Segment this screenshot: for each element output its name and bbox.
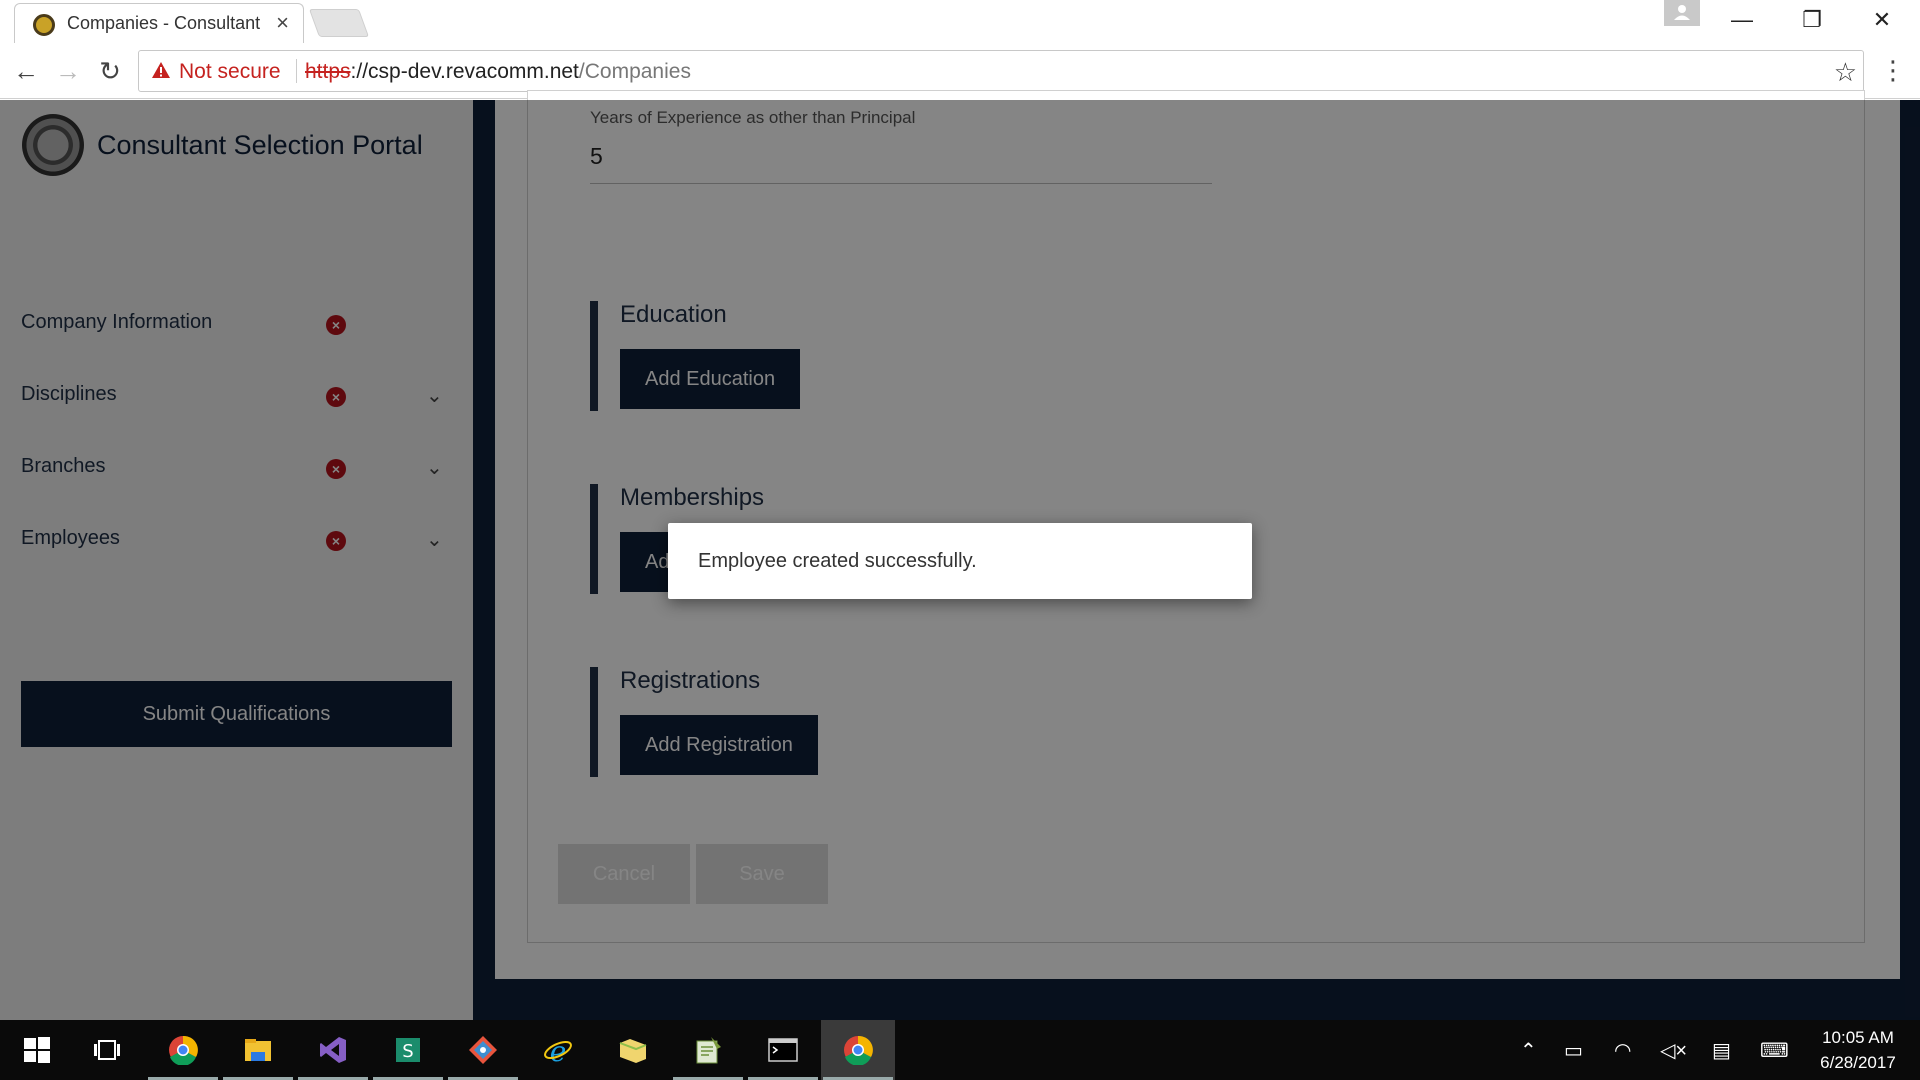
windows-logo-icon (24, 1037, 50, 1063)
sway-icon: S (396, 1038, 420, 1062)
omnibox-divider (296, 59, 297, 83)
windows-taskbar: S e ⌃ ▭ ◠ ◁× ▤ ⌨ 10:05 AM 6/28/2017 (0, 1020, 1920, 1080)
taskbar-chrome-active[interactable] (821, 1020, 895, 1080)
keyboard-icon[interactable]: ⌨ (1760, 1038, 1789, 1063)
internet-explorer-icon: e (544, 1035, 572, 1065)
notepad-icon (696, 1037, 721, 1064)
visual-studio-icon (320, 1037, 346, 1063)
terminal-icon (768, 1038, 798, 1062)
svg-text:S: S (402, 1041, 413, 1062)
git-icon (469, 1036, 497, 1064)
battery-icon[interactable]: ▭ (1564, 1038, 1583, 1063)
task-view-icon (94, 1040, 120, 1060)
success-dialog: Employee created successfully. (668, 523, 1252, 599)
clock-time: 10:05 AM (1822, 1028, 1894, 1047)
dialog-message: Employee created successfully. (698, 550, 977, 572)
taskbar-folder[interactable] (596, 1020, 670, 1080)
clock-date: 6/28/2017 (1820, 1053, 1896, 1072)
taskbar-notepad[interactable] (671, 1020, 745, 1080)
taskbar-chrome[interactable] (146, 1020, 220, 1080)
volume-muted-icon[interactable]: ◁× (1660, 1038, 1687, 1063)
file-explorer-icon (245, 1039, 271, 1061)
system-clock[interactable]: 10:05 AM 6/28/2017 (1808, 1025, 1908, 1075)
svg-text:e: e (550, 1035, 567, 1065)
notifications-icon[interactable]: ▤ (1712, 1038, 1731, 1063)
wifi-icon[interactable]: ◠ (1614, 1038, 1631, 1063)
back-arrow-icon[interactable]: ← (8, 53, 44, 89)
profile-button[interactable] (1664, 0, 1700, 26)
chrome-icon (169, 1035, 198, 1065)
url-host: ://csp-dev.revacomm.net (350, 60, 579, 83)
start-button[interactable] (0, 1020, 74, 1080)
url-scheme: https (305, 60, 351, 83)
reload-icon[interactable]: ↻ (92, 53, 128, 89)
show-hidden-icons-icon[interactable]: ⌃ (1520, 1038, 1537, 1063)
restore-button[interactable]: ❐ (1782, 0, 1842, 40)
task-view-button[interactable] (70, 1020, 144, 1080)
tab-title: Companies - Consultant (67, 13, 261, 33)
security-label[interactable]: Not secure (179, 60, 281, 84)
close-window-button[interactable]: ✕ (1852, 0, 1912, 40)
bookmark-star-icon[interactable]: ☆ (1834, 57, 1857, 88)
browser-tab[interactable]: Companies - Consultant × (14, 3, 304, 43)
taskbar-git[interactable] (446, 1020, 520, 1080)
person-icon (1674, 5, 1690, 20)
url-path: /Companies (578, 60, 691, 83)
taskbar-sway[interactable]: S (371, 1020, 445, 1080)
folder-icon (619, 1039, 647, 1063)
minimize-button[interactable]: — (1712, 0, 1772, 40)
taskbar-visual-studio[interactable] (296, 1020, 370, 1080)
tab-close-icon[interactable]: × (276, 10, 289, 36)
new-tab-button[interactable] (308, 9, 370, 37)
chrome-active-icon (844, 1035, 873, 1065)
address-bar[interactable]: Not secure https://csp-dev.revacomm.net/… (138, 50, 1864, 92)
site-favicon-icon (33, 14, 55, 36)
browser-menu-icon[interactable]: ⋮ (1880, 53, 1906, 89)
forward-arrow-icon[interactable]: → (50, 53, 86, 89)
taskbar-internet-explorer[interactable]: e (521, 1020, 595, 1080)
taskbar-file-explorer[interactable] (221, 1020, 295, 1080)
url-text[interactable]: https://csp-dev.revacomm.net/Companies (305, 60, 691, 84)
warning-icon (152, 62, 170, 78)
taskbar-terminal[interactable] (746, 1020, 820, 1080)
browser-tab-strip: Companies - Consultant × — ❐ ✕ (0, 0, 1920, 43)
